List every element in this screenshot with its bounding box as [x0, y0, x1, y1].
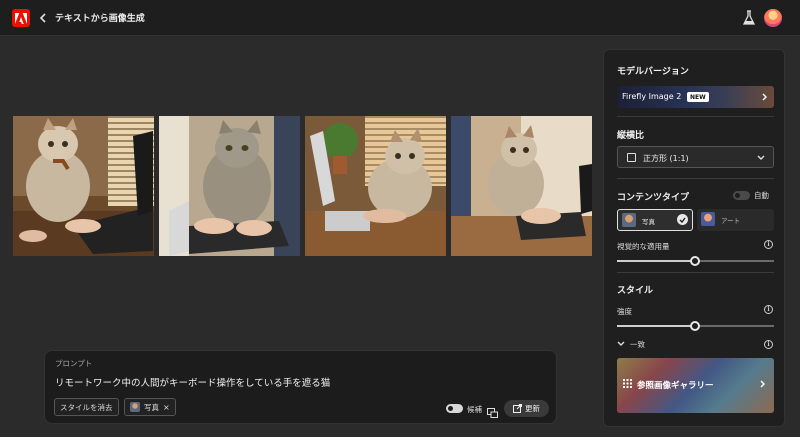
content-type-photo[interactable]: 写真	[617, 209, 693, 231]
slider-thumb[interactable]	[690, 256, 700, 266]
visual-intensity-label: 視覚的な適用量	[617, 242, 670, 251]
photo-thumbnail-icon	[622, 213, 636, 227]
generated-image-4[interactable]	[451, 116, 592, 256]
model-version-title: モデルバージョン	[617, 67, 689, 77]
auto-toggle[interactable]	[733, 191, 750, 200]
info-icon[interactable]: i	[764, 305, 773, 314]
refresh-label: 更新	[525, 404, 540, 413]
model-name: Firefly Image 2	[622, 92, 682, 101]
art-thumbnail-icon	[701, 212, 715, 226]
strength-label: 強度	[617, 307, 632, 316]
grid-icon	[623, 379, 632, 388]
reference-gallery-button[interactable]: 参照画像ギャラリー	[617, 358, 774, 413]
content-type-art[interactable]: アート	[697, 209, 774, 231]
strength-slider[interactable]	[617, 321, 774, 331]
style-chip-label: 写真	[144, 402, 159, 412]
remove-chip-icon[interactable]: ×	[163, 403, 170, 412]
chevron-down-icon	[757, 155, 765, 160]
prompt-box: プロンプト リモートワーク中の人間がキーボード操作をしている手を遮る猫 スタイル…	[44, 350, 557, 424]
generated-image-3[interactable]	[305, 116, 446, 256]
slider-fill	[617, 260, 695, 262]
aspect-ratio-select[interactable]: 正方形 (1:1)	[617, 146, 774, 168]
match-label: 一致	[630, 340, 645, 349]
auto-label: 自動	[754, 191, 769, 200]
compare-icon[interactable]	[487, 403, 498, 418]
divider	[617, 178, 774, 179]
model-version-selector[interactable]: Firefly Image 2 NEW	[617, 86, 774, 108]
divider	[617, 272, 774, 273]
settings-panel: モデルバージョン Firefly Image 2 NEW 縦横比 正方形 (1:…	[603, 49, 785, 427]
gallery-label: 参照画像ギャラリー	[637, 381, 714, 391]
photo-thumbnail-icon	[130, 402, 140, 412]
clear-style-label: スタイルを消去	[60, 402, 113, 412]
top-bar: テキストから画像生成	[0, 0, 800, 36]
divider	[617, 116, 774, 117]
chevron-down-icon[interactable]	[617, 341, 625, 347]
slider-fill	[617, 325, 695, 327]
info-icon[interactable]: i	[764, 240, 773, 249]
chevron-right-icon	[760, 380, 765, 388]
refresh-icon	[513, 404, 522, 413]
square-icon	[627, 153, 636, 162]
info-icon[interactable]: i	[764, 340, 773, 349]
back-chevron-icon[interactable]	[37, 10, 49, 26]
content-type-photo-label: 写真	[642, 218, 655, 226]
prompt-label: プロンプト	[55, 359, 93, 368]
candidates-label: 候補	[467, 405, 482, 414]
page-title: テキストから画像生成	[55, 14, 145, 24]
user-avatar[interactable]	[764, 9, 782, 27]
prompt-input[interactable]: リモートワーク中の人間がキーボード操作をしている手を遮る猫	[55, 375, 330, 389]
generated-image-1[interactable]	[13, 116, 154, 256]
style-section-title: スタイル	[617, 286, 654, 296]
slider-thumb[interactable]	[690, 321, 700, 331]
style-chip-photo[interactable]: 写真 ×	[124, 398, 176, 416]
check-icon	[677, 214, 688, 225]
generated-image-2[interactable]	[159, 116, 300, 256]
adobe-logo-icon[interactable]	[12, 9, 30, 27]
visual-intensity-slider[interactable]	[617, 256, 774, 266]
refresh-button[interactable]: 更新	[504, 400, 549, 417]
candidates-toggle[interactable]	[446, 404, 463, 413]
content-type-title: コンテンツタイプ	[617, 193, 690, 203]
chevron-right-icon	[762, 93, 767, 101]
content-type-art-label: アート	[721, 217, 741, 225]
flask-icon[interactable]	[742, 10, 756, 26]
new-badge: NEW	[687, 92, 709, 102]
clear-style-button[interactable]: スタイルを消去	[54, 398, 119, 416]
aspect-ratio-title: 縦横比	[617, 131, 645, 141]
aspect-ratio-value: 正方形 (1:1)	[643, 154, 689, 163]
